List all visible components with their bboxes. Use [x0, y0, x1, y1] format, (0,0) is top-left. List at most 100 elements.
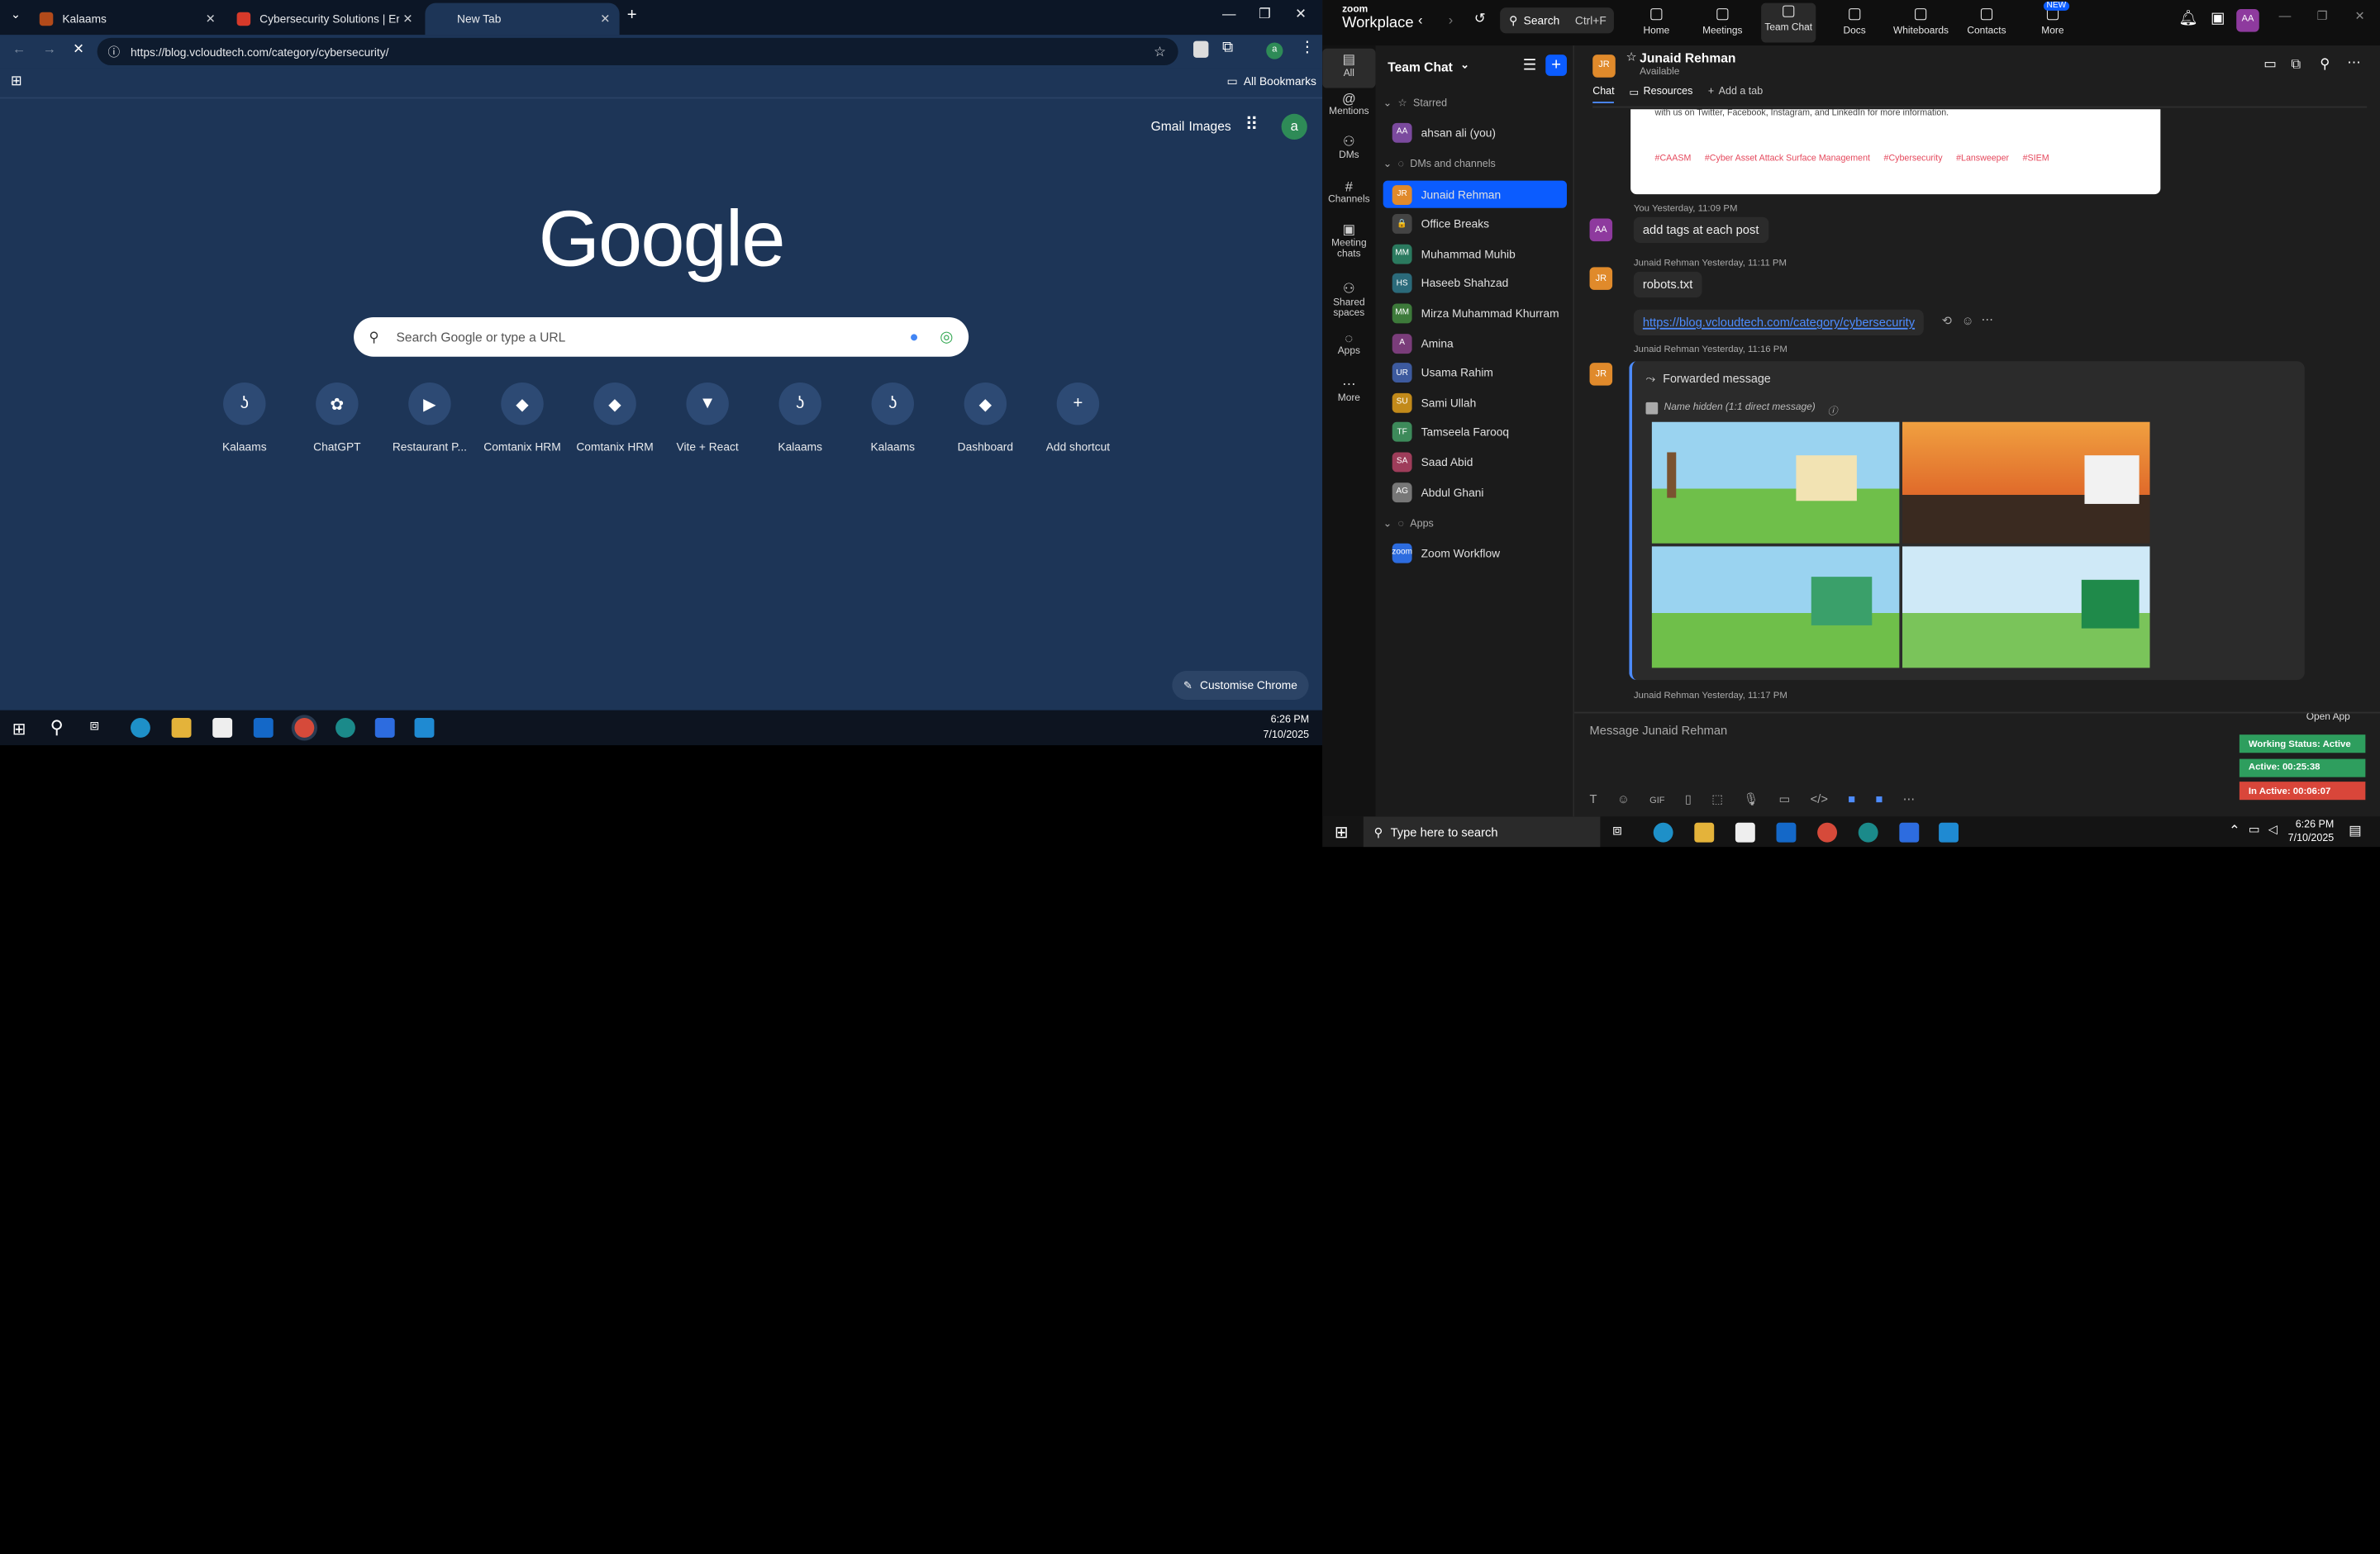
format-icon[interactable]: T [1590, 792, 1597, 806]
image-2[interactable] [1902, 421, 2150, 544]
zoom-maximize-icon[interactable]: ❐ [2317, 9, 2328, 23]
side-mentions[interactable]: @ Mentions [1322, 91, 1375, 116]
close-icon[interactable]: ✕ [402, 12, 412, 26]
shared-post-card[interactable]: with us on Twitter, Facebook, Instagram,… [1630, 109, 2161, 195]
vscode-icon[interactable] [1939, 822, 1959, 843]
zoom-back-icon[interactable]: ‹ [1418, 12, 1423, 27]
image-grid[interactable] [1651, 421, 2150, 668]
google-search-box[interactable]: ⚲ Search Google or type a URL ● ◎ [354, 316, 969, 357]
gif-icon[interactable]: GIF [1649, 797, 1664, 806]
volume-icon[interactable]: ◁ [2268, 823, 2278, 837]
reply-icon[interactable]: ⟲ [1942, 314, 1952, 328]
chat-list-item[interactable]: UR Usama Rahim [1383, 359, 1567, 387]
tab-resources[interactable]: ▭ Resources [1629, 87, 1692, 99]
side-shared-spaces[interactable]: ⚇ Shared spaces [1322, 281, 1375, 319]
info-icon[interactable]: ⓘ [1827, 402, 1837, 417]
more-icon[interactable]: ⋯ [1982, 312, 1994, 326]
profile-avatar[interactable]: a [1266, 42, 1283, 59]
side-meeting-chats[interactable]: ▣ Meeting chats [1322, 221, 1375, 259]
task-view-icon[interactable]: ⧈ [89, 718, 99, 734]
store-icon[interactable] [1735, 822, 1755, 843]
app-icon[interactable] [336, 717, 355, 738]
extension-icon[interactable] [1193, 40, 1209, 58]
store-icon[interactable] [212, 717, 233, 738]
minimize-icon[interactable]: — [1222, 6, 1236, 21]
chat-list-item[interactable]: SA Saad Abid [1383, 449, 1567, 476]
calendar-icon[interactable]: ▣ [2211, 11, 2225, 27]
section-starred[interactable]: ⌄ ☆ Starred [1383, 97, 1447, 109]
nav-docs[interactable]: ▢ Docs [1827, 6, 1882, 36]
chat-search-icon[interactable]: ⚲ [2320, 56, 2330, 73]
chat-list-item[interactable]: TF Tamseela Farooq [1383, 419, 1567, 446]
side-all[interactable]: ▤ All [1322, 48, 1376, 88]
tab-new-tab[interactable]: New Tab ✕ [425, 2, 620, 36]
chrome-taskbar-icon[interactable] [294, 717, 315, 738]
google-apps-icon[interactable]: ⠿ [1245, 114, 1259, 135]
app-icon-2[interactable]: ■ [1875, 792, 1883, 806]
nav-contacts[interactable]: ▢ Contacts [1959, 6, 2014, 36]
shortcut-tile[interactable]: + Add shortcut [1032, 382, 1123, 454]
file-explorer-icon[interactable] [171, 717, 192, 738]
list-title[interactable]: Team Chat ⌄ [1388, 59, 1469, 74]
shortcut-tile[interactable]: ✿ ChatGPT [292, 382, 383, 454]
shortcut-tile[interactable]: ʖ Kalaams [199, 382, 290, 454]
right-clock[interactable]: 6:26 PM 7/10/2025 [2288, 818, 2335, 845]
video-message-icon[interactable]: ▭ [1778, 792, 1790, 806]
new-tab-icon[interactable]: + [627, 6, 637, 24]
close-window-icon[interactable]: ✕ [1295, 6, 1307, 22]
shortcut-tile[interactable]: ▶ Restaurant P... [384, 382, 475, 454]
taskbar-search-icon[interactable]: ⚲ [50, 716, 64, 738]
back-icon[interactable]: ← [12, 41, 26, 56]
network-icon[interactable]: ▭ [2249, 823, 2260, 837]
nav-home[interactable]: ▢ Home [1629, 6, 1683, 36]
star-icon[interactable]: ☆ [1626, 50, 1637, 64]
chat-list-item[interactable]: AG Abdul Ghani [1383, 478, 1567, 506]
google-account-avatar[interactable]: a [1281, 113, 1307, 140]
windows-start-icon[interactable]: ⊞ [12, 720, 26, 739]
edge-icon[interactable] [130, 717, 150, 738]
nav-whiteboards[interactable]: ▢ Whiteboards [1893, 6, 1949, 36]
filter-icon[interactable]: ☰ [1523, 58, 1536, 74]
zoom-taskbar-icon[interactable] [374, 717, 395, 738]
app-icon[interactable] [1858, 822, 1878, 843]
chat-list-item[interactable]: JR Junaid Rehman [1383, 180, 1567, 208]
zoom-search-box[interactable]: ⚲ Search Ctrl+F [1500, 7, 1614, 34]
address-bar[interactable]: ⓘ https://blog.vcloudtech.com/category/c… [97, 37, 1178, 65]
outlook-icon[interactable] [253, 717, 274, 738]
chat-list-item[interactable]: MM Muhammad Muhib [1383, 240, 1567, 268]
forward-icon[interactable]: → [42, 41, 56, 56]
image-3[interactable] [1651, 546, 1900, 668]
message-input[interactable]: Message Junaid Rehman [1590, 724, 1728, 738]
gmail-link[interactable]: Gmail [1151, 118, 1185, 133]
tab-search-icon[interactable]: ⌄ [11, 7, 21, 21]
chat-header-name[interactable]: Junaid Rehman [1640, 50, 1735, 65]
shortcut-tile[interactable]: ◆ Comtanix HRM [477, 382, 568, 454]
notification-center-icon[interactable]: ▤ [2349, 823, 2362, 839]
message-link[interactable]: https://blog.vcloudtech.com/category/cyb… [1633, 309, 1925, 336]
close-icon[interactable]: ✕ [206, 12, 216, 26]
task-view-icon[interactable]: ⧈ [1612, 823, 1622, 839]
chat-list-item[interactable]: A Amina [1383, 330, 1567, 357]
left-clock[interactable]: 6:26 PM 7/10/2025 [1264, 713, 1310, 744]
side-apps[interactable]: ◌ Apps [1322, 331, 1375, 357]
emoji-icon[interactable]: ☺ [1617, 792, 1630, 806]
hashtag-link[interactable]: #SIEM [2023, 154, 2049, 164]
new-chat-button[interactable]: + [1545, 55, 1567, 76]
apps-grid-icon[interactable]: ⊞ [11, 73, 22, 89]
vscode-icon[interactable] [414, 717, 435, 738]
shortcut-tile[interactable]: ʖ Kalaams [847, 382, 938, 454]
nav-meetings[interactable]: ▢ Meetings [1695, 6, 1749, 36]
stop-icon[interactable]: ✕ [73, 41, 84, 58]
nav-team-chat[interactable]: ▢ Team Chat [1761, 2, 1816, 43]
notifications-icon[interactable]: 🔔︎ [2178, 11, 2197, 27]
extensions-puzzle-icon[interactable]: ⧉ [1222, 40, 1233, 56]
forwarded-card[interactable]: ⤳ Forwarded message Name hidden (1:1 dir… [1629, 361, 2305, 681]
shortcut-tile[interactable]: ▼ Vite + React [662, 382, 753, 454]
lens-icon[interactable]: ◎ [940, 329, 953, 345]
windows-start-icon[interactable]: ⊞ [1335, 823, 1349, 843]
history-icon[interactable]: ↺ [1474, 11, 1486, 27]
customise-chrome-button[interactable]: ✎ Customise Chrome [1172, 671, 1309, 700]
chat-list-item[interactable]: 🔒 Office Breaks [1383, 211, 1567, 238]
taskbar-search-box[interactable]: ⚲ Type here to search [1363, 816, 1601, 848]
emoji-icon[interactable]: ☺ [1962, 314, 1974, 328]
